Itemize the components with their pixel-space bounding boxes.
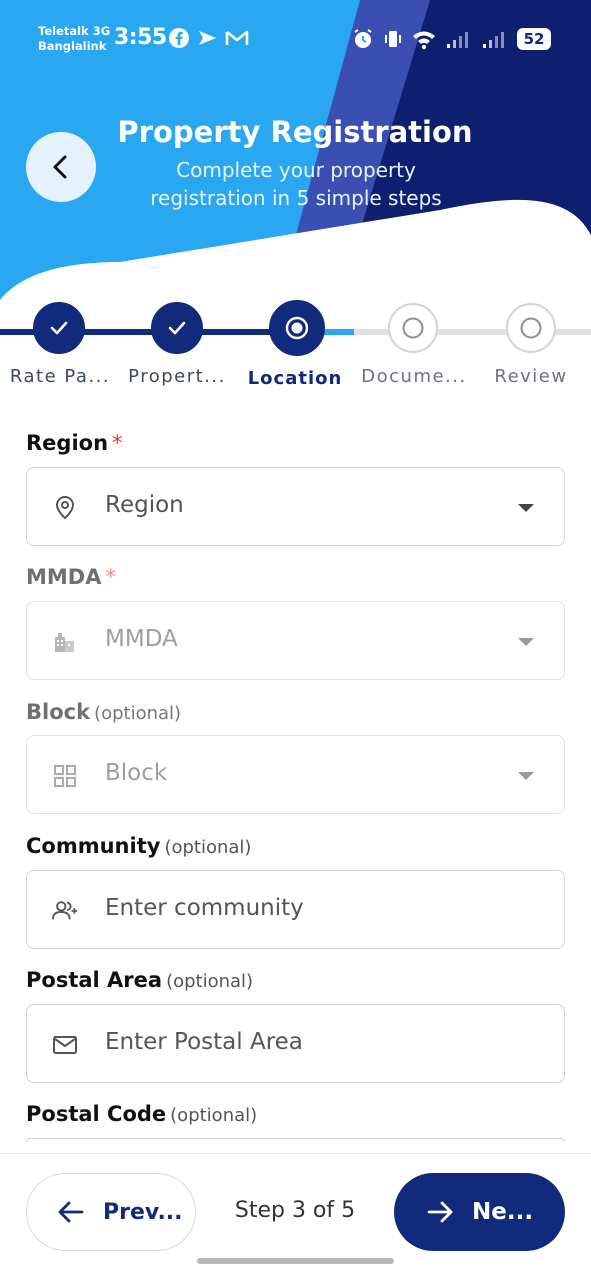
postal-area-placeholder: Enter Postal Area — [105, 1029, 303, 1055]
status-bar: Teletalk 3G Banglalink 3:55 52 — [0, 20, 591, 60]
postal-area-input[interactable]: Enter Postal Area — [26, 1004, 565, 1083]
step-4-label[interactable]: Docume... — [354, 366, 474, 387]
mmda-placeholder: MMDA — [105, 626, 178, 652]
carrier-names: Teletalk 3G Banglalink — [38, 24, 110, 54]
header: Teletalk 3G Banglalink 3:55 52 Property … — [0, 0, 591, 330]
region-placeholder: Region — [105, 492, 184, 518]
chevron-left-icon — [53, 155, 67, 179]
postal-code-label: Postal Code (optional) — [26, 1102, 257, 1126]
status-time: 3:55 — [114, 25, 167, 50]
check-icon — [50, 321, 68, 335]
step-5-indicator[interactable] — [506, 303, 556, 353]
step-2-indicator[interactable] — [151, 302, 203, 354]
step-5-label[interactable]: Review — [471, 366, 591, 387]
step-1-indicator[interactable] — [33, 302, 85, 354]
location-pin-icon — [51, 494, 79, 522]
block-placeholder: Block — [105, 760, 168, 786]
optional-marker: (optional) — [164, 837, 252, 858]
carrier-1: Teletalk 3G — [38, 24, 111, 38]
signal-1-icon — [447, 32, 468, 48]
previous-button-label: Prev... — [103, 1199, 183, 1225]
progress-stepper: Rate Pa... Propert... Location Docume...… — [0, 296, 591, 396]
building-icon — [51, 628, 79, 656]
grid-icon — [51, 762, 79, 790]
optional-marker: (optional) — [170, 1105, 258, 1126]
wifi-icon — [413, 31, 435, 50]
mmda-label-text: MMDA — [26, 565, 102, 589]
signal-2-icon — [483, 32, 504, 48]
home-indicator[interactable] — [197, 1258, 394, 1264]
block-label-text: Block — [26, 700, 91, 724]
postal-code-label-text: Postal Code — [26, 1102, 167, 1126]
dropdown-caret-icon — [518, 504, 534, 512]
vibrate-icon — [385, 31, 401, 47]
mail-icon — [51, 1031, 79, 1059]
radio-empty-icon — [402, 317, 424, 339]
radio-selected-icon — [285, 316, 309, 340]
dropdown-caret-icon — [518, 772, 534, 780]
optional-marker: (optional) — [94, 703, 182, 724]
community-label-text: Community — [26, 834, 161, 858]
step-1-label[interactable]: Rate Pa... — [0, 366, 120, 387]
step-indicator-text: Step 3 of 5 — [234, 1198, 356, 1223]
mmda-label: MMDA * — [26, 565, 116, 589]
bottom-navigation-bar: Prev... Step 3 of 5 Ne... — [0, 1153, 591, 1280]
send-arrow-icon — [199, 31, 216, 45]
subtitle-line-2: registration in 5 simple steps — [150, 186, 442, 210]
page-title: Property Registration — [117, 115, 473, 149]
next-button[interactable]: Ne... — [394, 1173, 565, 1251]
facebook-icon — [169, 28, 189, 48]
region-select[interactable]: Region — [26, 467, 565, 546]
subtitle-line-1: Complete your property — [176, 158, 416, 182]
previous-button[interactable]: Prev... — [26, 1173, 196, 1251]
mmda-select[interactable]: MMDA — [26, 601, 565, 680]
arrow-right-icon — [427, 1201, 453, 1223]
postal-area-label-text: Postal Area — [26, 968, 163, 992]
radio-empty-icon — [520, 317, 542, 339]
dropdown-caret-icon — [518, 638, 534, 646]
arrow-left-icon — [58, 1201, 84, 1223]
next-button-label: Ne... — [472, 1199, 534, 1225]
step-3-label[interactable]: Location — [235, 368, 355, 389]
alarm-icon — [354, 29, 372, 48]
people-add-icon — [51, 897, 79, 925]
postal-area-label: Postal Area (optional) — [26, 968, 253, 992]
step-3-indicator[interactable] — [269, 300, 325, 356]
carrier-2: Banglalink — [38, 39, 107, 53]
community-input[interactable]: Enter community — [26, 870, 565, 949]
block-select[interactable]: Block — [26, 735, 565, 814]
required-marker: * — [112, 431, 123, 455]
optional-marker: (optional) — [166, 971, 254, 992]
back-button[interactable] — [26, 132, 96, 202]
notification-icons — [168, 27, 250, 49]
page-subtitle: Complete your property registration in 5… — [110, 156, 482, 212]
step-2-label[interactable]: Propert... — [117, 366, 237, 387]
postal-code-input[interactable] — [26, 1138, 565, 1142]
community-label: Community (optional) — [26, 834, 251, 858]
gmail-icon — [225, 30, 249, 45]
system-icons: 52 — [351, 27, 551, 51]
check-icon — [168, 321, 186, 335]
battery-indicator: 52 — [517, 28, 551, 50]
block-label: Block (optional) — [26, 700, 181, 724]
region-label-text: Region — [26, 431, 109, 455]
required-marker: * — [105, 565, 116, 589]
step-4-indicator[interactable] — [388, 303, 438, 353]
community-placeholder: Enter community — [105, 895, 304, 921]
region-label: Region * — [26, 431, 123, 455]
